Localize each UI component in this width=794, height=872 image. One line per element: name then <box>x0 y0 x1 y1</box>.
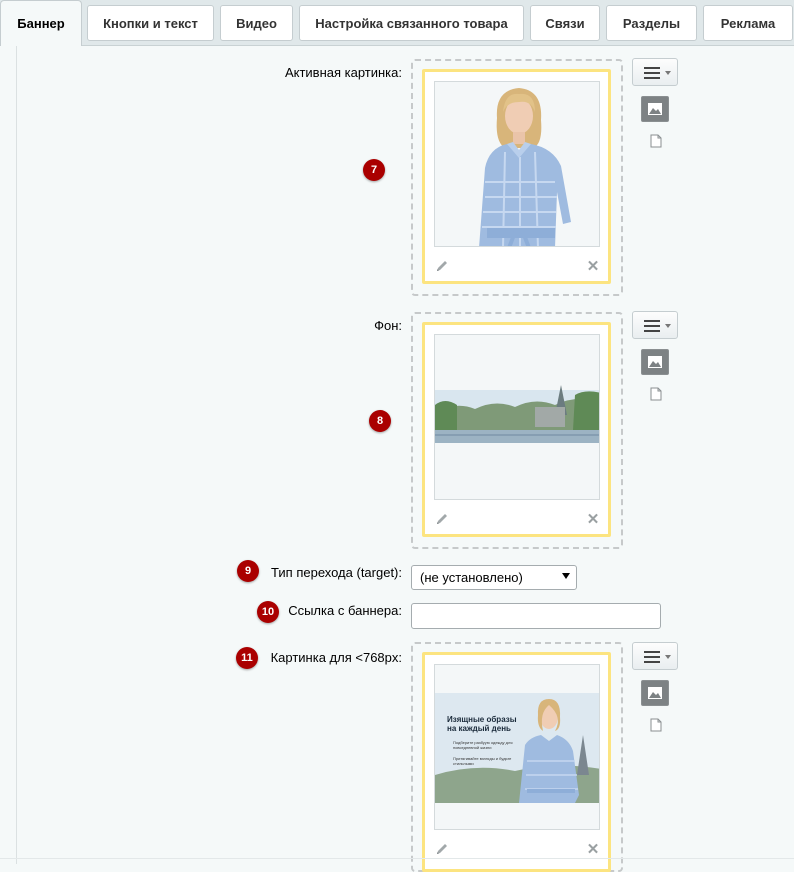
image-icon[interactable] <box>641 680 669 706</box>
tab-ads[interactable]: Реклама <box>703 5 793 41</box>
target-label: Тип перехода (target): <box>271 565 402 580</box>
close-icon[interactable]: ✕ <box>585 258 601 275</box>
background-preview <box>434 334 600 500</box>
hamburger-dropdown-icon[interactable] <box>632 642 678 670</box>
close-icon[interactable]: ✕ <box>585 511 601 528</box>
image-icon[interactable] <box>641 96 669 122</box>
mobile-image-label: Картинка для <768px: <box>270 650 402 665</box>
file-icon[interactable] <box>650 387 662 401</box>
file-icon[interactable] <box>650 134 662 148</box>
image-icon[interactable] <box>641 349 669 375</box>
pencil-icon[interactable] <box>434 511 450 527</box>
background-label: Фон: <box>374 318 402 333</box>
hamburger-dropdown-icon[interactable] <box>632 311 678 339</box>
tab-bar: Баннер Кнопки и текст Видео Настройка св… <box>0 0 794 46</box>
mobile-banner-bullet-2: Притягивайте взгляды и будьте стильными <box>453 756 512 766</box>
tab-buttons-text[interactable]: Кнопки и текст <box>87 5 214 41</box>
badge-8: 8 <box>369 410 391 432</box>
tab-video[interactable]: Видео <box>220 5 293 41</box>
chevron-down-icon <box>562 573 570 579</box>
active-image-preview <box>434 81 600 247</box>
tab-sections[interactable]: Разделы <box>606 5 697 41</box>
active-image-label: Активная картинка: <box>284 65 402 80</box>
background-frame: ✕ <box>422 322 611 537</box>
link-label: Ссылка с баннера: <box>288 603 402 618</box>
badge-11: 11 <box>236 647 258 669</box>
pencil-icon[interactable] <box>434 841 450 857</box>
mobile-banner-bullet-1: Подберите разбуую одежду для повседневно… <box>453 740 513 750</box>
badge-10: 10 <box>257 601 279 623</box>
pencil-icon[interactable] <box>434 258 450 274</box>
badge-9: 9 <box>237 560 259 582</box>
landscape-photo <box>435 335 599 499</box>
target-select-value: (не установлено) <box>420 570 523 585</box>
tab-linked-product[interactable]: Настройка связанного товара <box>299 5 524 41</box>
form-panel <box>16 46 794 864</box>
active-image-frame: ✕ <box>422 69 611 284</box>
tab-links[interactable]: Связи <box>530 5 600 41</box>
badge-7: 7 <box>363 159 385 181</box>
divider <box>0 858 794 859</box>
mobile-banner-heading: Изящные образы на каждый день <box>447 715 517 733</box>
link-input[interactable] <box>411 603 661 629</box>
target-select[interactable]: (не установлено) <box>411 565 577 590</box>
file-icon[interactable] <box>650 718 662 732</box>
close-icon[interactable]: ✕ <box>585 841 601 858</box>
mobile-image-frame: Изящные образы на каждый день Подберите … <box>422 652 611 872</box>
woman-photo <box>435 82 599 246</box>
mobile-image-preview: Изящные образы на каждый день Подберите … <box>434 664 600 830</box>
tab-banner[interactable]: Баннер <box>0 0 82 46</box>
hamburger-dropdown-icon[interactable] <box>632 58 678 86</box>
